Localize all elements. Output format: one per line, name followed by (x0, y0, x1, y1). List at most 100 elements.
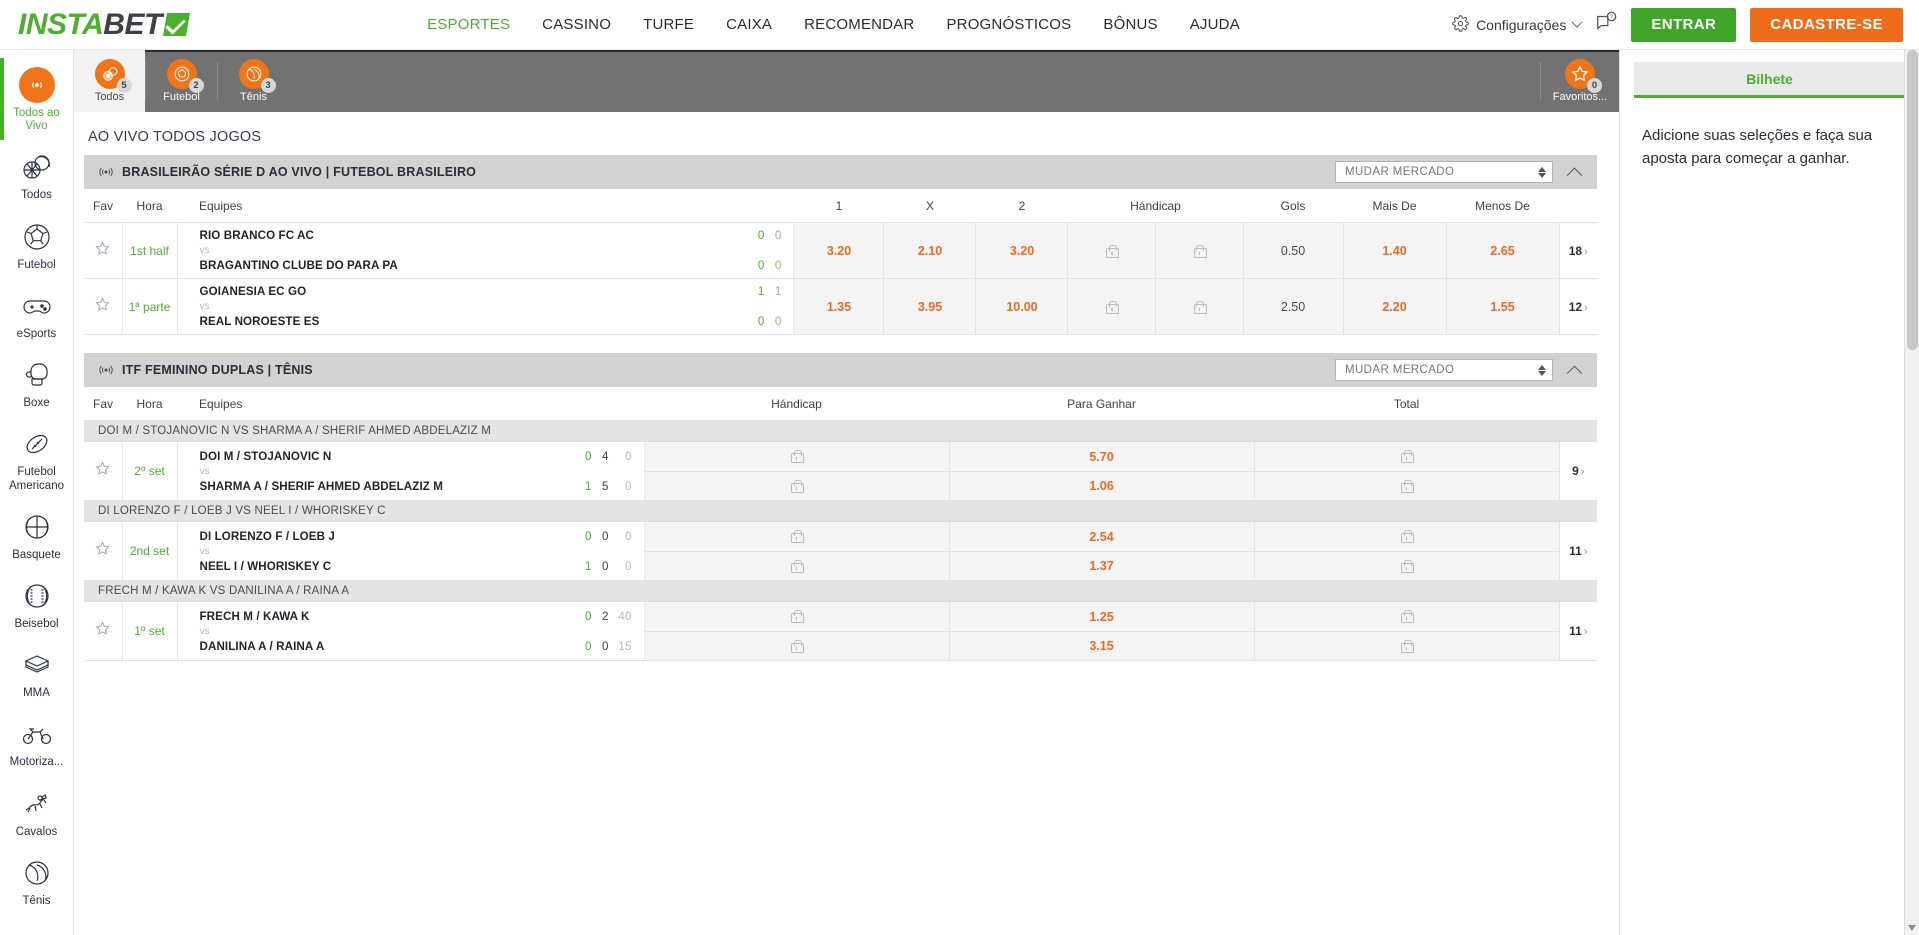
away-sets: 0 (584, 639, 592, 653)
sidebar-item-boxe[interactable]: Boxe (0, 348, 73, 417)
sidebar-item-futebol[interactable]: Futebol (0, 210, 73, 279)
away-team-name: SHARMA A / SHERIF AHMED ABDELAZIZ M (199, 479, 444, 493)
col-equipes: Equipes (177, 387, 644, 421)
sidebar-item-esports[interactable]: eSports (0, 279, 73, 348)
odd-win-home[interactable]: 1.25 (950, 602, 1254, 631)
home-games: 4 (601, 449, 609, 463)
home-sets: 0 (584, 529, 592, 543)
more-markets-button[interactable]: 11 › (1559, 601, 1597, 661)
nav-item-bonus[interactable]: BÔNUS (1103, 16, 1157, 33)
sidebar-item-todos-ao-vivo[interactable]: Todos ao Vivo (0, 58, 73, 141)
nav-item-esportes[interactable]: ESPORTES (427, 16, 510, 33)
tab-favoritos[interactable]: 0 Favoritos... (1541, 50, 1619, 112)
nav-item-prognosticos[interactable]: PROGNÓSTICOS (946, 16, 1071, 33)
brand-logo[interactable]: INSTA BET (0, 9, 215, 40)
favorite-star-button[interactable] (84, 601, 123, 661)
match-teams[interactable]: DOI M / STOJANOVIC N 0 4 0 vs SHARMA A /… (177, 441, 645, 501)
odd-home-win[interactable]: 1.35 (793, 278, 885, 335)
collapse-section-futebol[interactable] (1561, 167, 1587, 183)
more-markets-button[interactable]: 18 › (1559, 222, 1597, 279)
col-hora: Hora (122, 189, 177, 223)
more-markets-button[interactable]: 9 › (1559, 441, 1597, 501)
away-score-secondary: 0 (774, 315, 782, 328)
lock-icon (1401, 559, 1414, 573)
odd-handicap-home (645, 602, 949, 631)
settings-menu[interactable]: Configurações (1452, 14, 1584, 35)
sidebar-item-basquete[interactable]: Basquete (0, 500, 73, 569)
favorite-star-button[interactable] (84, 441, 123, 501)
odd-handicap-home (1067, 222, 1157, 279)
chevron-up-icon (1566, 365, 1582, 381)
settings-label: Configurações (1476, 16, 1567, 33)
match-teams[interactable]: GOIANESIA EC GO 1 1 vs REAL NOROESTE ES (177, 278, 795, 335)
vs-label: vs (199, 245, 210, 256)
sidebar-item-motorizados[interactable]: Motoriza... (0, 707, 73, 776)
col-total: Total (1254, 387, 1559, 421)
favorite-star-button[interactable] (84, 278, 123, 335)
more-markets-count: 9 (1572, 464, 1579, 478)
login-button[interactable]: ENTRAR (1631, 7, 1737, 42)
boxing-glove-icon (19, 357, 55, 393)
odd-win-home[interactable]: 5.70 (950, 442, 1254, 471)
tabstrip-spacer (289, 50, 1540, 112)
col-mais-de: Mais De (1343, 189, 1446, 223)
main-menu: ESPORTES CASSINO TURFE CAIXA RECOMENDAR … (215, 16, 1452, 33)
football-markets-table: Fav Hora Equipes 1 X 2 Hándicap Gols Mai… (84, 189, 1597, 335)
odd-draw[interactable]: 2.10 (883, 222, 977, 279)
sidebar-item-beisebol[interactable]: Beisebol (0, 569, 73, 638)
favorite-star-button[interactable] (84, 521, 123, 581)
sidebar-item-futebol-americano[interactable]: Futebol Americano (0, 417, 73, 499)
odd-under[interactable]: 2.65 (1446, 222, 1560, 279)
odd-away-win[interactable]: 10.00 (975, 278, 1069, 335)
match-teams[interactable]: RIO BRANCO FC AC 0 0 vs BRAGANTINO CLUBE… (177, 222, 795, 279)
odd-over[interactable]: 2.20 (1343, 278, 1447, 335)
star-icon (94, 620, 111, 637)
match-teams[interactable]: FRECH M / KAWA K 0 2 40 vs DANILINA A / … (177, 601, 645, 661)
odd-win-away[interactable]: 1.06 (949, 471, 1254, 500)
star-icon (94, 296, 111, 313)
sidebar-item-tenis[interactable]: Tênis (0, 846, 73, 915)
odd-gols-line[interactable]: 2.50 (1243, 278, 1344, 335)
page-scrollbar[interactable] (1904, 50, 1919, 935)
odd-away-win[interactable]: 3.20 (975, 222, 1069, 279)
odd-win-home[interactable]: 2.54 (950, 522, 1254, 551)
table-row: 2nd set DI LORENZO F / LOEB J 0 0 0 vs N… (84, 521, 1597, 581)
vs-label: vs (199, 465, 210, 477)
nav-item-cassino[interactable]: CASSINO (542, 16, 611, 33)
market-select-futebol[interactable]: MUDAR MERCADO (1335, 161, 1553, 183)
soccer-ball-icon: 2 (166, 59, 204, 93)
odd-home-win[interactable]: 3.20 (793, 222, 885, 279)
odd-gols-line[interactable]: 0.50 (1243, 222, 1344, 279)
tab-todos[interactable]: 5 Todos (74, 50, 145, 112)
lock-icon (791, 479, 804, 493)
mma-ring-icon (19, 647, 55, 683)
odd-draw[interactable]: 3.95 (883, 278, 977, 335)
tab-futebol[interactable]: 2 Futebol (146, 50, 217, 112)
page-title: AO VIVO TODOS JOGOS (88, 129, 262, 145)
nav-item-caixa[interactable]: CAIXA (726, 16, 772, 33)
home-team-name: DI LORENZO F / LOEB J (199, 529, 335, 543)
odd-win-away[interactable]: 3.15 (949, 631, 1254, 660)
odd-over[interactable]: 1.40 (1343, 222, 1447, 279)
odd-under[interactable]: 1.55 (1446, 278, 1560, 335)
sidebar-item-mma[interactable]: MMA (0, 638, 73, 707)
market-select-tenis[interactable]: MUDAR MERCADO (1335, 359, 1553, 381)
nav-item-ajuda[interactable]: AJUDA (1190, 16, 1240, 33)
odd-win-away[interactable]: 1.37 (949, 551, 1254, 580)
sidebar-item-cavalos[interactable]: Cavalos (0, 777, 73, 846)
scroll-down-arrow-icon[interactable] (1908, 925, 1916, 931)
help-chat-icon[interactable]: ? (1595, 11, 1617, 38)
signup-button[interactable]: CADASTRE-SE (1750, 7, 1903, 42)
more-markets-button[interactable]: 11 › (1559, 521, 1597, 581)
favorite-star-button[interactable] (84, 222, 123, 279)
nav-item-recomendar[interactable]: RECOMENDAR (804, 16, 914, 33)
collapse-section-tenis[interactable] (1561, 365, 1587, 381)
more-markets-button[interactable]: 12 › (1559, 278, 1597, 335)
scrollbar-thumb[interactable] (1907, 50, 1918, 350)
tab-badge: 2 (188, 78, 204, 93)
nav-item-turfe[interactable]: TURFE (643, 16, 694, 33)
match-teams[interactable]: DI LORENZO F / LOEB J 0 0 0 vs NEEL I / … (177, 521, 645, 581)
tab-tenis[interactable]: 3 Tênis (218, 50, 289, 112)
sidebar-item-todos[interactable]: Todos (0, 140, 73, 209)
table-row: 1º set FRECH M / KAWA K 0 2 40 vs DANILI… (84, 601, 1597, 661)
